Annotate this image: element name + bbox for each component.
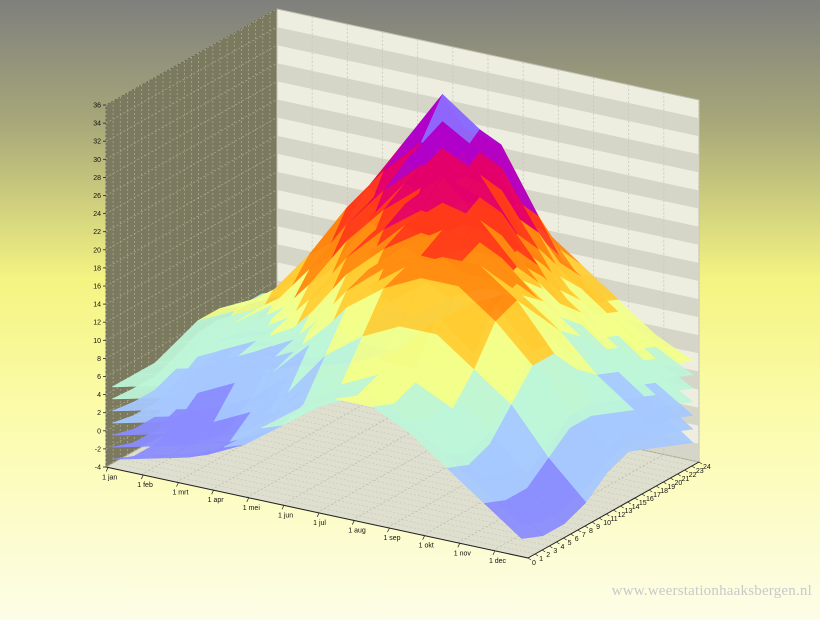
z-axis-tick-label: -4 [95,465,101,472]
y-axis-tick-label: 2 [546,552,550,559]
y-axis-tick-label: 0 [532,560,536,567]
x-axis-tick-label: 1 aug [348,528,366,535]
x-axis-tick [351,520,355,525]
x-axis-tick-label: 1 dec [489,558,507,565]
z-axis-tick-label: 24 [93,211,101,218]
x-axis-tick-label: 1 nov [454,550,472,557]
y-axis-tick [634,497,639,501]
x-axis-tick [246,497,250,502]
y-axis-tick [698,461,703,465]
x-axis-tick-label: 1 okt [419,543,434,550]
z-axis-tick-label: 2 [97,410,101,417]
y-axis-tick [613,509,617,513]
y-axis-tick-label: 8 [589,528,593,535]
y-axis-tick [606,513,610,517]
z-axis-tick-label: 28 [93,175,101,182]
z-axis-tick-label: 16 [93,284,101,291]
z-axis-tick-label: 6 [97,374,101,381]
y-axis-tick [663,481,667,485]
y-axis-tick [641,493,646,497]
y-axis-tick [542,549,546,553]
y-axis-tick [584,525,589,529]
y-axis-tick [534,553,539,557]
z-axis-tick-label: 32 [93,139,101,146]
y-axis-tick-label: 7 [582,532,586,539]
x-axis-tick [211,490,214,495]
y-axis-tick [656,485,660,489]
x-axis-tick [140,474,144,480]
x-axis-tick-label: 1 jul [313,520,326,527]
y-axis-tick-label: 4 [561,544,565,551]
y-axis-tick-label: 3 [553,548,557,555]
y-axis-tick [556,541,560,545]
z-axis-tick-label: -2 [95,446,101,453]
x-axis-tick [316,512,320,518]
y-axis-tick [648,489,653,493]
z-axis-tick-label: 34 [93,121,101,128]
y-axis-tick-label: 24 [703,464,711,471]
y-axis-tick-label: 6 [575,536,579,543]
y-axis-tick-label: 1 [539,556,543,563]
y-axis-tick [677,473,681,477]
x-axis-tick [387,527,390,533]
z-axis-tick-label: 14 [93,302,101,309]
z-axis-tick-label: 30 [93,157,101,164]
y-axis-tick [591,521,596,525]
x-axis-tick-label: 1 apr [208,497,225,504]
x-axis-tick-label: 1 mei [243,505,261,512]
x-axis-tick-label: 1 mrt [172,490,188,497]
y-axis-tick [620,505,624,509]
y-axis-tick [670,477,674,481]
y-axis-tick [577,529,582,533]
y-axis-tick [627,501,631,505]
z-axis-tick-label: 0 [97,428,101,435]
x-axis-tick-label: 1 jun [278,512,293,519]
z-axis-tick-label: 22 [93,229,101,236]
z-axis-tick-label: 4 [97,392,101,399]
y-axis-tick [691,465,696,469]
z-axis-tick-label: 12 [93,320,101,327]
y-axis-tick-label: 9 [596,524,600,531]
z-axis-tick-label: 36 [93,103,101,110]
y-axis-tick [527,557,532,561]
y-axis-tick [563,537,567,541]
y-axis-tick [599,517,603,521]
x-axis-tick [281,505,285,510]
z-axis-tick-label: 10 [93,338,101,345]
chart-canvas: -4-20246810121416182022242628303234361 j… [93,8,711,567]
z-axis-tick-label: 20 [93,247,101,254]
y-axis-tick [684,469,688,473]
x-axis-tick [105,467,109,472]
y-axis-tick [549,545,553,549]
x-axis-tick [422,535,425,540]
x-axis-tick-label: 1 feb [137,482,153,489]
y-axis-tick-label: 5 [568,540,572,547]
x-axis-tick [176,482,179,487]
watermark-text: www.weerstationhaaksbergen.nl [611,583,812,599]
z-axis-tick-label: 26 [93,193,101,200]
x-axis-tick-label: 1 sep [383,535,400,542]
y-axis-tick [570,533,574,537]
x-axis-tick [457,543,461,548]
x-axis-tick [492,550,496,556]
z-axis-tick-label: 18 [93,265,101,272]
z-axis-tick-label: 8 [97,356,101,363]
x-axis-tick-label: 1 jan [102,474,117,481]
